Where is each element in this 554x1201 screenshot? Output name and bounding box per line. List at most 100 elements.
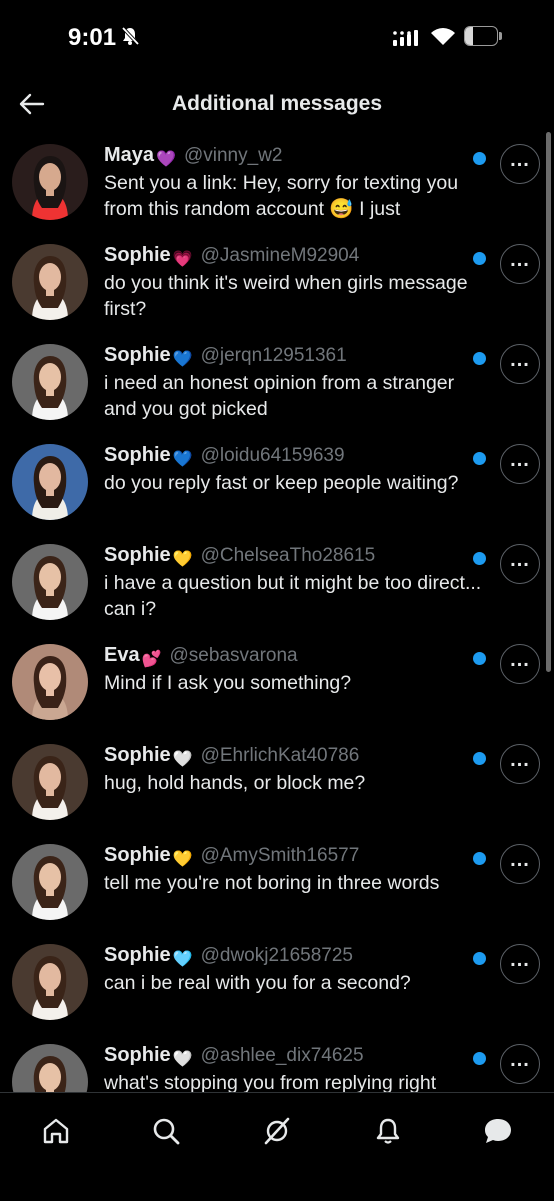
heart-emoji: 🤍 [172,751,193,768]
heart-emoji: 🩵 [172,951,193,968]
message-preview: tell me you're not boring in three words [104,872,440,894]
sender-line: Sophie 💛 @ChelseaTho28615 [104,544,464,572]
unread-indicator [473,152,486,165]
bell-slash-icon [121,26,140,46]
sender-line: Maya 💜 @vinny_w2 [104,144,464,172]
search-icon [153,1118,180,1145]
nav-notifications[interactable] [364,1107,412,1155]
more-options-button[interactable]: ... [500,744,540,784]
message-request-row[interactable]: Sophie 🤍 @ashlee_dix74625 what's stopping y… [0,1036,554,1092]
more-icon: ... [510,649,530,671]
avatar[interactable] [12,844,88,920]
heart-emoji: 💕 [141,651,162,668]
avatar[interactable] [12,144,88,220]
home-icon [43,1118,69,1144]
message-request-row[interactable]: Sophie 💛 @AmySmith16577 tell me you're not … [0,836,554,936]
unread-indicator [473,852,486,865]
message-preview: Mind if I ask you something? [104,672,352,694]
sender-handle: @AmySmith16577 [200,845,360,866]
more-options-button[interactable]: ... [500,344,540,384]
sender-name: Maya [104,144,155,166]
bottom-navigation [0,1092,554,1201]
heart-emoji: 💛 [172,851,193,868]
sender-name: Sophie [104,944,171,966]
more-options-button[interactable]: ... [500,144,540,184]
sender-line: Sophie 💙 @jerqn12951361 [104,344,464,372]
avatar[interactable] [12,744,88,820]
nav-search[interactable] [142,1107,190,1155]
sender-name: Sophie [104,1044,171,1066]
message-request-row[interactable]: Sophie 💙 @loidu64159639 do you reply fast o… [0,436,554,536]
sender-line: Sophie 🤍 @ashlee_dix74625 [104,1044,464,1072]
avatar[interactable] [12,644,88,720]
message-preview: i need an honest opinion from a stranger… [104,372,455,420]
unread-indicator [473,952,486,965]
more-options-button[interactable]: ... [500,644,540,684]
sender-handle: @EhrlichKat40786 [200,745,360,766]
grok-icon [264,1117,290,1145]
sender-line: Sophie 🤍 @EhrlichKat40786 [104,744,464,772]
more-options-button[interactable]: ... [500,544,540,584]
scrollbar[interactable] [546,132,551,672]
unread-indicator [473,252,486,265]
nav-messages[interactable] [474,1107,522,1155]
message-request-row[interactable]: Sophie 💙 @jerqn12951361 i need an honest op… [0,336,554,436]
unread-indicator [473,652,486,665]
heart-emoji: 🤍 [172,1051,193,1068]
sender-handle: @sebasvarona [169,645,298,666]
message-preview: hug, hold hands, or block me? [104,772,366,794]
avatar[interactable] [12,1044,88,1092]
status-bar: 9:01 24 [0,0,554,76]
message-request-list[interactable]: Maya 💜 @vinny_w2 Sent you a link: Hey, sorr… [0,134,554,1092]
more-options-button[interactable]: ... [500,944,540,984]
sender-name: Sophie [104,544,171,566]
messages-icon [485,1119,511,1143]
more-icon: ... [510,449,530,471]
unread-indicator [473,452,486,465]
more-options-button[interactable]: ... [500,1044,540,1084]
avatar[interactable] [12,344,88,420]
avatar[interactable] [12,944,88,1020]
sender-line: Sophie 💛 @AmySmith16577 [104,844,464,872]
sender-name: Sophie [104,444,171,466]
sender-line: Sophie 💙 @loidu64159639 [104,444,464,472]
message-request-row[interactable]: Sophie 💗 @JasmineM92904 do you think it's w… [0,236,554,336]
unread-indicator [473,552,486,565]
sender-handle: @ChelseaTho28615 [200,545,376,566]
message-preview: what's stopping you from replying right [104,1072,437,1092]
message-request-row[interactable]: Maya 💜 @vinny_w2 Sent you a link: Hey, sorr… [0,136,554,236]
wifi-icon [431,28,455,45]
status-time: 9:01 [68,24,117,51]
message-request-row[interactable]: Sophie 💛 @ChelseaTho28615 i have a question… [0,536,554,636]
message-preview: do you reply fast or keep people waiting… [104,472,459,494]
unread-indicator [473,1052,486,1065]
sender-name: Sophie [104,244,171,266]
message-request-row[interactable]: Sophie 🤍 @EhrlichKat40786 hug, hold hands, … [0,736,554,836]
avatar[interactable] [12,244,88,320]
message-preview: can i be real with you for a second? [104,972,411,994]
heart-emoji: 💛 [172,551,193,568]
more-options-button[interactable]: ... [500,844,540,884]
header: Additional messages [0,76,554,134]
heart-emoji: 💜 [156,151,176,168]
more-icon: ... [510,849,530,871]
battery-level: 24 [473,28,491,45]
sender-name: Eva [104,644,140,666]
sender-line: Eva 💕 @sebasvarona [104,644,464,672]
more-icon: ... [510,549,530,571]
sender-handle: @vinny_w2 [183,145,283,166]
heart-emoji: 💙 [172,351,193,368]
avatar[interactable] [12,544,88,620]
message-request-row[interactable]: Eva 💕 @sebasvarona Mind if I ask you someth… [0,636,554,736]
more-options-button[interactable]: ... [500,444,540,484]
sender-handle: @dwokj21658725 [200,945,353,966]
more-options-button[interactable]: ... [500,244,540,284]
nav-home[interactable] [32,1107,80,1155]
heart-emoji: 💗 [172,251,193,268]
unread-indicator [473,352,486,365]
nav-grok[interactable] [253,1107,301,1155]
avatar[interactable] [12,444,88,520]
sender-name: Sophie [104,744,171,766]
heart-emoji: 💙 [172,451,193,468]
message-request-row[interactable]: Sophie 🩵 @dwokj21658725 can i be real with … [0,936,554,1036]
